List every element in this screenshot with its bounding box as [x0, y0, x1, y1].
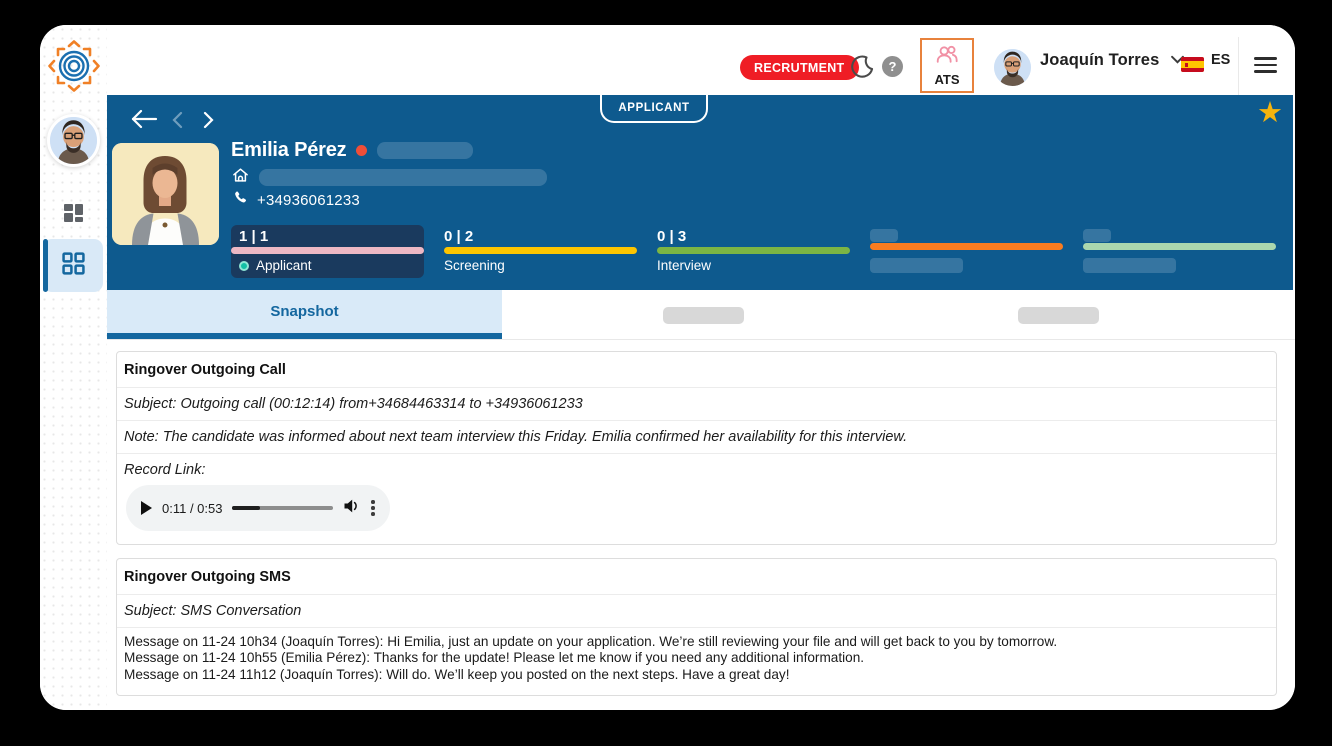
- call-note-row: Note: The candidate was informed about n…: [117, 421, 1276, 454]
- sms-message: Message on 11-24 10h55 (Emilia Pérez): T…: [124, 650, 1268, 666]
- stage-progress-bar: [870, 243, 1063, 250]
- skeleton-bar: [870, 258, 963, 273]
- card-title: Ringover Outgoing Call: [117, 352, 1276, 388]
- candidate-phone[interactable]: +34936061233: [257, 192, 360, 209]
- home-icon: [232, 167, 249, 188]
- sidebar: [40, 25, 107, 710]
- topbar: RECRUTMENT ? A: [107, 25, 1295, 95]
- skeleton-bar: [1083, 229, 1111, 242]
- previous-applicant-icon[interactable]: [171, 111, 185, 129]
- favorite-star-icon[interactable]: ★: [1257, 99, 1283, 128]
- audio-progress-fill: [232, 506, 259, 510]
- skeleton-bar: [377, 142, 473, 159]
- topbar-divider: [1238, 37, 1239, 95]
- sidebar-item-dashboard-icon[interactable]: [64, 204, 83, 222]
- skeleton-bar: [870, 229, 898, 242]
- stage-progress-bar: [444, 247, 637, 254]
- sidebar-item-ats-active[interactable]: [43, 239, 103, 292]
- current-stage-dot: [239, 261, 249, 271]
- sms-message: Message on 11-24 10h34 (Joaquín Torres):…: [124, 634, 1268, 650]
- stage-label-row: Applicant: [231, 254, 424, 273]
- stage-counts: 1 | 1: [231, 225, 424, 246]
- volume-icon[interactable]: [343, 498, 361, 519]
- user-avatar[interactable]: [994, 49, 1031, 86]
- recruitment-badge: RECRUTMENT: [740, 55, 859, 80]
- candidate-phone-row: +34936061233: [233, 190, 360, 210]
- card-title: Ringover Outgoing SMS: [117, 559, 1276, 595]
- play-icon[interactable]: [141, 501, 152, 515]
- record-link-label: Record Link:: [124, 462, 205, 478]
- tab-skeleton: [1018, 307, 1099, 324]
- applicant-header: APPLICANT ★ Emilia Pérez: [107, 95, 1293, 290]
- app-window: RECRUTMENT ? A: [40, 25, 1295, 710]
- language-selector[interactable]: ES: [1211, 25, 1230, 95]
- user-menu[interactable]: Joaquín Torres: [1040, 25, 1184, 95]
- phone-icon: [233, 190, 248, 210]
- sms-messages: Message on 11-24 10h34 (Joaquín Torres):…: [117, 628, 1276, 695]
- stage-skeleton: [870, 225, 1063, 278]
- stage-counts: 0 | 3: [657, 225, 850, 246]
- candidate-address-row: [232, 167, 547, 188]
- hamburger-menu-icon[interactable]: [1254, 57, 1277, 74]
- call-card: Ringover Outgoing Call Subject: Outgoing…: [116, 351, 1277, 545]
- stage-label: Applicant: [256, 258, 312, 273]
- sms-message: Message on 11-24 11h12 (Joaquín Torres):…: [124, 667, 1268, 683]
- subject-text: SMS Conversation: [180, 603, 301, 619]
- tab-snapshot[interactable]: Snapshot: [107, 290, 502, 339]
- call-subject-row: Subject: Outgoing call (00:12:14) from+3…: [117, 388, 1276, 421]
- audio-player: 0:11 / 0:53: [126, 485, 390, 531]
- audio-time: 0:11 / 0:53: [162, 501, 222, 516]
- skeleton-bar: [259, 169, 547, 186]
- subject-label: Subject:: [124, 396, 176, 412]
- stage-label: Interview: [657, 258, 711, 273]
- stage-screening[interactable]: 0 | 2 Screening: [444, 225, 637, 278]
- grid-icon: [62, 252, 85, 280]
- stage-progress-bar: [1083, 243, 1276, 250]
- stage-progress-bar: [657, 247, 850, 254]
- dark-mode-toggle[interactable]: [849, 54, 875, 80]
- people-icon: [934, 44, 961, 70]
- stage-label: Screening: [444, 258, 505, 273]
- spain-flag-icon: [1181, 57, 1204, 72]
- app-logo-icon: [48, 40, 100, 92]
- subject-label: Subject:: [124, 603, 176, 619]
- detail-tabs: Snapshot: [107, 290, 1295, 340]
- ats-tab-label: ATS: [934, 72, 959, 87]
- skeleton-bar: [1083, 258, 1176, 273]
- sidebar-active-indicator: [43, 239, 48, 292]
- stage-skeleton: [1083, 225, 1276, 278]
- audio-progress-bar[interactable]: [232, 506, 333, 510]
- candidate-photo: [112, 143, 219, 245]
- player-menu-icon[interactable]: [371, 500, 375, 516]
- subject-text: Outgoing call (00:12:14) from+3468446331…: [180, 396, 582, 412]
- main-area: APPLICANT ★ Emilia Pérez: [107, 95, 1295, 710]
- candidate-name-row: Emilia Pérez: [231, 139, 473, 162]
- ats-tab[interactable]: ATS: [920, 38, 974, 93]
- stage-counts: 0 | 2: [444, 225, 637, 246]
- stage-applicant[interactable]: 1 | 1 Applicant: [231, 225, 424, 278]
- back-arrow-icon[interactable]: [129, 108, 159, 132]
- help-button[interactable]: ?: [882, 56, 903, 77]
- stage-progress-bar: [231, 247, 424, 254]
- tab-skeleton: [663, 307, 744, 324]
- next-applicant-icon[interactable]: [203, 111, 217, 129]
- sidebar-user-avatar[interactable]: [47, 114, 100, 167]
- status-dot: [356, 145, 367, 156]
- pipeline-stages: 1 | 1 Applicant 0 | 2 Screening 0 | 3 In…: [231, 225, 1276, 278]
- moon-icon: [849, 67, 875, 84]
- user-name: Joaquín Torres: [1040, 51, 1159, 70]
- note-text: The candidate was informed about next te…: [163, 429, 907, 445]
- sms-subject-row: Subject: SMS Conversation: [117, 595, 1276, 628]
- note-label: Note:: [124, 429, 159, 445]
- question-icon: ?: [889, 59, 897, 74]
- applicant-type-tag: APPLICANT: [600, 95, 708, 123]
- record-link-row: Record Link:: [117, 454, 1276, 481]
- stage-interview[interactable]: 0 | 3 Interview: [657, 225, 850, 278]
- candidate-name: Emilia Pérez: [231, 139, 346, 162]
- snapshot-content: Ringover Outgoing Call Subject: Outgoing…: [116, 351, 1277, 709]
- sms-card: Ringover Outgoing SMS Subject: SMS Conve…: [116, 558, 1277, 696]
